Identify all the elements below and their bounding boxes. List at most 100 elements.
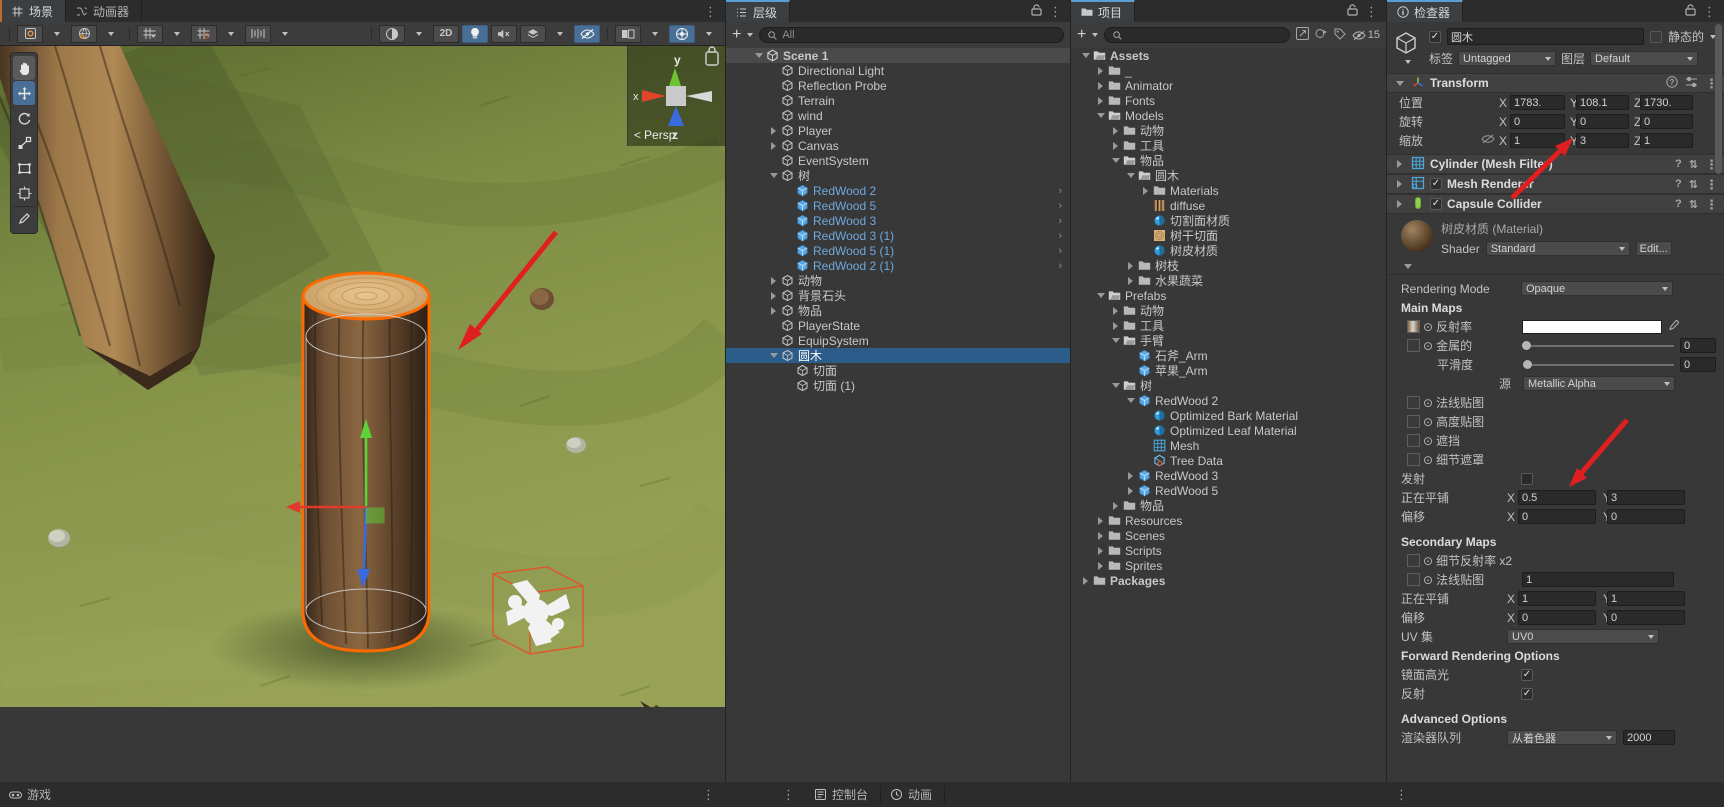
shading-mode-caret[interactable] bbox=[408, 25, 430, 43]
tree-row[interactable]: 苹果_Arm bbox=[1071, 363, 1386, 378]
tree-row[interactable]: RedWood 5 › bbox=[726, 198, 1070, 213]
open-prefab-icon[interactable]: › bbox=[1058, 200, 1070, 212]
albedo-texture-slot[interactable] bbox=[1407, 320, 1420, 333]
collapse-arrow-icon[interactable] bbox=[1109, 383, 1122, 388]
tree-row[interactable]: EventSystem bbox=[726, 153, 1070, 168]
expand-arrow-icon[interactable] bbox=[1124, 471, 1137, 480]
scene-viewport[interactable]: y x z < Persp bbox=[0, 46, 725, 707]
albedo-radio-icon[interactable]: ⊙ bbox=[1420, 320, 1436, 334]
scale-tool-button[interactable] bbox=[13, 131, 35, 155]
tab-project[interactable]: 项目 bbox=[1071, 0, 1136, 22]
layer-dropdown[interactable]: Default bbox=[1590, 51, 1699, 66]
tree-row[interactable]: PlayerState bbox=[726, 318, 1070, 333]
pivot-mode-button[interactable] bbox=[17, 24, 43, 43]
expand-arrow-icon[interactable] bbox=[1094, 546, 1107, 555]
create-asset-caret-icon[interactable] bbox=[1092, 33, 1099, 37]
preset-icon[interactable]: ⇅ bbox=[1689, 158, 1698, 171]
project-search-input[interactable] bbox=[1104, 27, 1290, 43]
2d-toggle-button[interactable]: 2D bbox=[433, 24, 459, 43]
tree-row[interactable]: 石斧_Arm bbox=[1071, 348, 1386, 363]
scene-camera-caret[interactable] bbox=[644, 25, 666, 43]
tree-row[interactable]: Canvas bbox=[726, 138, 1070, 153]
expand-arrow-icon[interactable] bbox=[1109, 321, 1122, 330]
collapse-arrow-icon[interactable] bbox=[1109, 158, 1122, 163]
collapse-arrow-icon[interactable] bbox=[1124, 173, 1137, 178]
detail-albedo-texture-slot[interactable] bbox=[1407, 554, 1420, 567]
hierarchy-menu-icon[interactable]: ⋮ bbox=[1049, 5, 1062, 18]
handle-space-caret[interactable] bbox=[100, 25, 122, 43]
albedo-color-field[interactable] bbox=[1522, 319, 1663, 334]
tree-row[interactable]: Animator bbox=[1071, 78, 1386, 93]
expand-arrow-icon[interactable] bbox=[767, 276, 780, 285]
move-tool-button[interactable] bbox=[13, 81, 35, 105]
preset-icon[interactable]: ⇅ bbox=[1689, 178, 1698, 191]
collapse-arrow-icon[interactable] bbox=[1094, 293, 1107, 298]
sec-offset-x-input[interactable]: 0 bbox=[1518, 610, 1596, 625]
help-icon[interactable]: ? bbox=[1675, 158, 1682, 170]
pan-tool-button[interactable] bbox=[13, 56, 35, 80]
uv-set-dropdown[interactable]: UV0 bbox=[1507, 629, 1659, 644]
height-map-texture-slot[interactable] bbox=[1407, 415, 1420, 428]
expand-arrow-icon[interactable] bbox=[1079, 576, 1092, 585]
rotation-x-input[interactable]: 0 bbox=[1510, 114, 1565, 129]
tab-scene[interactable]: 场景 bbox=[0, 0, 67, 22]
collapse-arrow-icon[interactable] bbox=[767, 173, 780, 178]
shader-edit-button[interactable]: Edit... bbox=[1635, 241, 1672, 256]
tree-row[interactable]: 树干切面 bbox=[1071, 228, 1386, 243]
tree-row[interactable]: Reflection Probe bbox=[726, 78, 1070, 93]
expand-arrow-icon[interactable] bbox=[1124, 261, 1137, 270]
tree-row[interactable]: RedWood 5 bbox=[1071, 483, 1386, 498]
tree-row[interactable]: 切面 bbox=[726, 363, 1070, 378]
uniform-scale-lock-icon[interactable] bbox=[1481, 133, 1499, 148]
tree-row[interactable]: Models bbox=[1071, 108, 1386, 123]
scene-camera-button[interactable] bbox=[615, 24, 641, 43]
tree-row[interactable]: 树 bbox=[1071, 378, 1386, 393]
render-queue-dropdown[interactable]: 从着色器 bbox=[1507, 730, 1617, 745]
tag-dropdown[interactable]: Untagged bbox=[1458, 51, 1557, 66]
help-icon[interactable]: ? bbox=[1675, 178, 1682, 190]
tree-row[interactable]: Resources bbox=[1071, 513, 1386, 528]
hierarchy-footer-menu-icon[interactable]: ⋮ bbox=[725, 788, 805, 801]
tab-console[interactable]: 控制台 bbox=[805, 786, 882, 803]
custom-tool-button[interactable] bbox=[13, 206, 35, 230]
collapse-arrow-icon[interactable] bbox=[767, 353, 780, 358]
camera-projection-mode[interactable]: < Persp bbox=[634, 128, 675, 142]
effects-toggle-button[interactable] bbox=[520, 24, 546, 43]
tree-row[interactable]: RedWood 2 bbox=[1071, 393, 1386, 408]
open-prefab-icon[interactable]: › bbox=[1058, 230, 1070, 242]
tab-animation[interactable]: 动画 bbox=[881, 786, 946, 803]
game-menu-icon[interactable]: ⋮ bbox=[702, 788, 725, 801]
add-object-icon[interactable]: + bbox=[732, 27, 741, 43]
occlusion-radio-icon[interactable]: ⊙ bbox=[1420, 434, 1436, 448]
tiling-x-input[interactable]: 0.5 bbox=[1518, 490, 1596, 505]
static-checkbox[interactable] bbox=[1649, 30, 1662, 43]
expand-arrow-icon[interactable] bbox=[767, 141, 780, 150]
lighting-toggle-button[interactable] bbox=[462, 24, 488, 43]
sec-offset-y-input[interactable]: 0 bbox=[1607, 610, 1685, 625]
lock-icon[interactable] bbox=[1347, 3, 1358, 19]
inspector-scrollbar[interactable] bbox=[1714, 24, 1723, 804]
shading-mode-button[interactable] bbox=[379, 24, 405, 43]
height-map-radio-icon[interactable]: ⊙ bbox=[1420, 415, 1436, 429]
expand-arrow-icon[interactable] bbox=[1109, 126, 1122, 135]
tree-row[interactable]: diffuse bbox=[1071, 198, 1386, 213]
tree-row[interactable]: Scene 1 bbox=[726, 48, 1070, 63]
scale-x-input[interactable]: 1 bbox=[1510, 133, 1565, 148]
help-icon[interactable]: ? bbox=[1666, 75, 1678, 91]
tree-row[interactable]: 树枝 bbox=[1071, 258, 1386, 273]
source-dropdown[interactable]: Metallic Alpha bbox=[1523, 376, 1675, 391]
open-prefab-icon[interactable]: › bbox=[1058, 215, 1070, 227]
collapse-arrow-icon[interactable] bbox=[1124, 398, 1137, 403]
open-prefab-icon[interactable]: › bbox=[1058, 260, 1070, 272]
capsule-collider-enabled-checkbox[interactable]: ✓ bbox=[1430, 198, 1442, 210]
tree-row[interactable]: Player bbox=[726, 123, 1070, 138]
tree-row[interactable]: Tree Data bbox=[1071, 453, 1386, 468]
gizmos-caret[interactable] bbox=[698, 25, 720, 43]
normal-map-texture-slot[interactable] bbox=[1407, 396, 1420, 409]
rotation-z-input[interactable]: 0 bbox=[1640, 114, 1693, 129]
tree-row[interactable]: Prefabs bbox=[1071, 288, 1386, 303]
tree-row[interactable]: Directional Light bbox=[726, 63, 1070, 78]
position-y-input[interactable]: 108.1 bbox=[1576, 95, 1629, 110]
occlusion-texture-slot[interactable] bbox=[1407, 434, 1420, 447]
smoothness-slider[interactable] bbox=[1523, 358, 1674, 371]
